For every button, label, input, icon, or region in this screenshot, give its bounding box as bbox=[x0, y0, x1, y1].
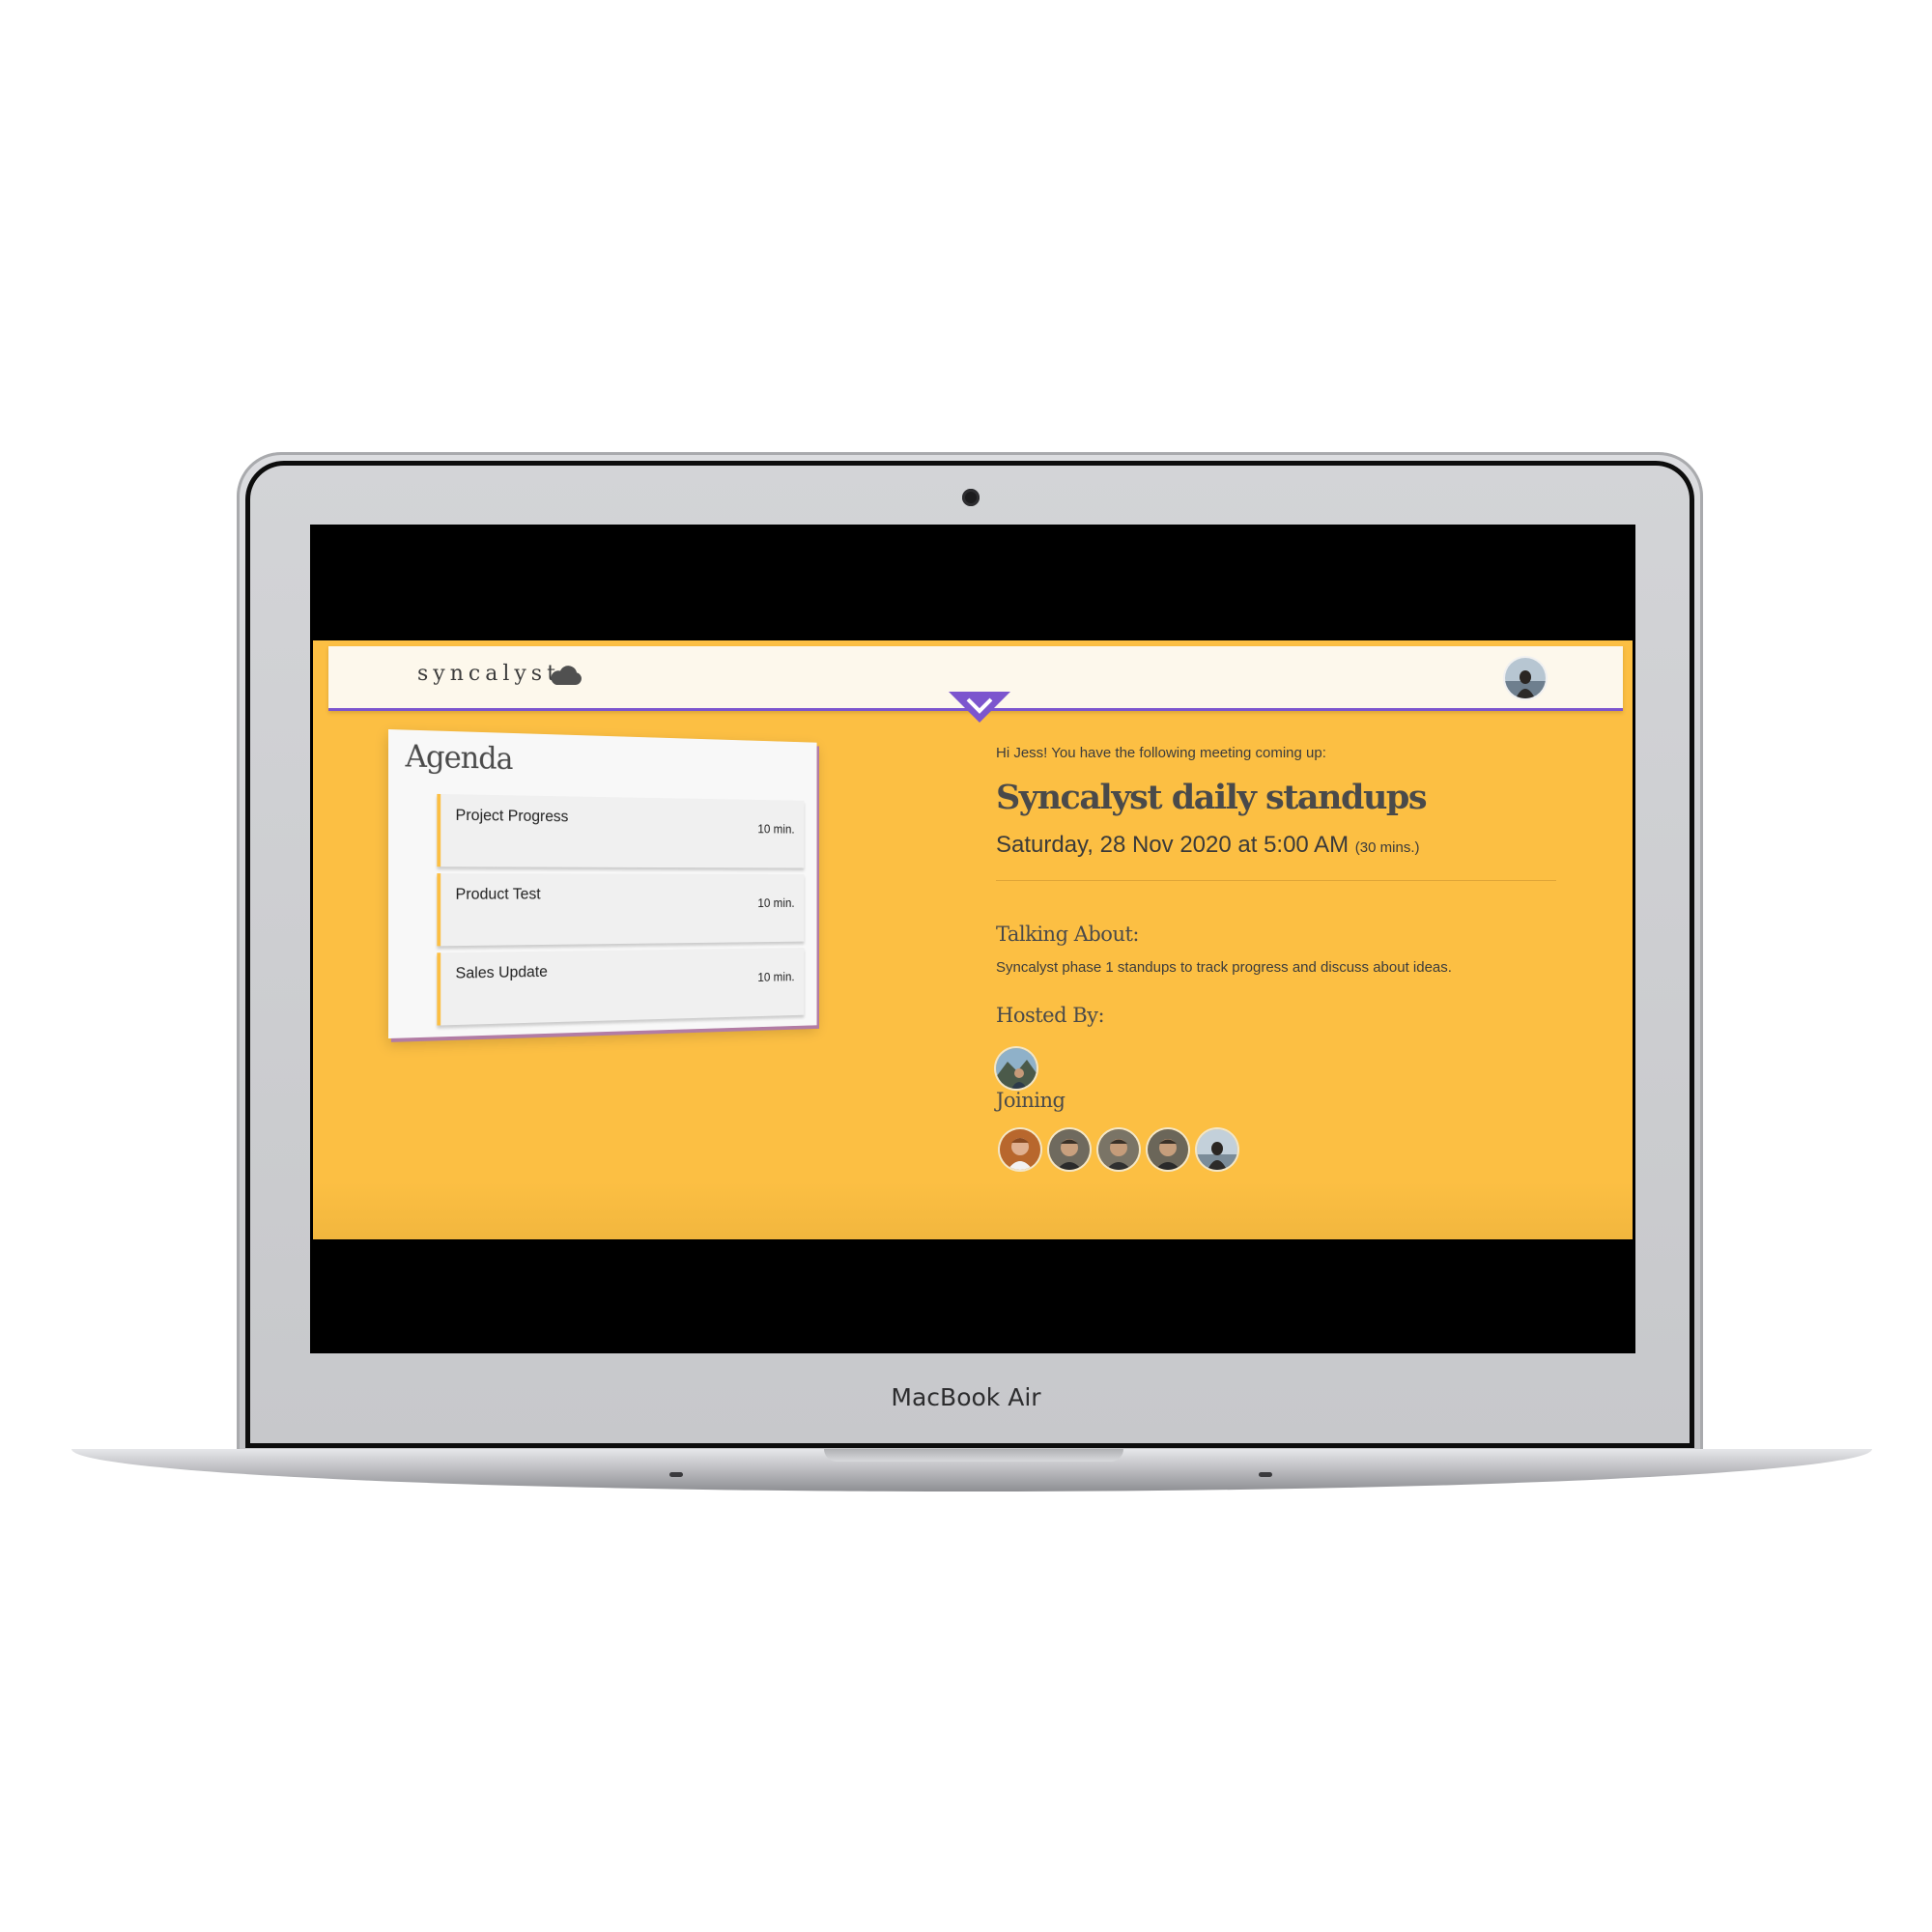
agenda-item-duration: 10 min. bbox=[757, 969, 795, 984]
user-avatar[interactable] bbox=[1505, 658, 1546, 698]
agenda-item-duration: 10 min. bbox=[757, 895, 795, 910]
laptop-hinge-notch bbox=[824, 1449, 1123, 1462]
agenda-item[interactable]: Sales Update 10 min. bbox=[437, 948, 805, 1026]
logo-text[interactable]: syncalyst bbox=[417, 662, 560, 686]
participant-avatar[interactable] bbox=[1197, 1129, 1237, 1170]
webcam bbox=[962, 489, 980, 506]
laptop-foot bbox=[669, 1472, 683, 1477]
joining-label: Joining bbox=[996, 1089, 1065, 1112]
screen: syncalyst Agenda Project Progress 10 min… bbox=[310, 525, 1635, 1353]
app-bottom-shade bbox=[313, 1181, 1633, 1239]
agenda-title: Agenda bbox=[405, 737, 513, 777]
syncalyst-app: syncalyst Agenda Project Progress 10 min… bbox=[313, 640, 1633, 1239]
agenda-item-name: Sales Update bbox=[455, 962, 548, 982]
topic-text: Syncalyst phase 1 standups to track prog… bbox=[996, 959, 1452, 976]
chevron-down-icon[interactable] bbox=[949, 692, 1010, 724]
agenda-item-duration: 10 min. bbox=[757, 821, 795, 837]
meeting-title: Syncalyst daily standups bbox=[996, 778, 1428, 817]
hosted-by-label: Hosted By: bbox=[996, 1004, 1105, 1027]
agenda-item-name: Project Progress bbox=[455, 806, 569, 826]
participant-avatar[interactable] bbox=[1148, 1129, 1188, 1170]
agenda-item-name: Product Test bbox=[455, 884, 541, 903]
meeting-date: Saturday, 28 Nov 2020 at 5:00 AM (30 min… bbox=[996, 832, 1419, 859]
participant-avatar[interactable] bbox=[1098, 1129, 1139, 1170]
agenda-item[interactable]: Product Test 10 min. bbox=[437, 873, 805, 947]
agenda-card: Agenda Project Progress 10 min. Product … bbox=[388, 729, 817, 1038]
participant-avatar[interactable] bbox=[1049, 1129, 1090, 1170]
divider bbox=[996, 880, 1556, 881]
meeting-date-text: Saturday, 28 Nov 2020 at 5:00 AM bbox=[996, 832, 1350, 858]
participant-avatar[interactable] bbox=[1000, 1129, 1040, 1170]
meeting-duration: (30 mins.) bbox=[1354, 839, 1420, 856]
greeting-text: Hi Jess! You have the following meeting … bbox=[996, 745, 1326, 761]
agenda-item[interactable]: Project Progress 10 min. bbox=[437, 793, 805, 868]
device-brand-label: MacBook Air bbox=[891, 1383, 1041, 1411]
topic-label: Talking About: bbox=[996, 923, 1140, 946]
laptop-foot bbox=[1259, 1472, 1272, 1477]
cloud-icon bbox=[551, 666, 582, 685]
host-avatar[interactable] bbox=[996, 1048, 1037, 1089]
